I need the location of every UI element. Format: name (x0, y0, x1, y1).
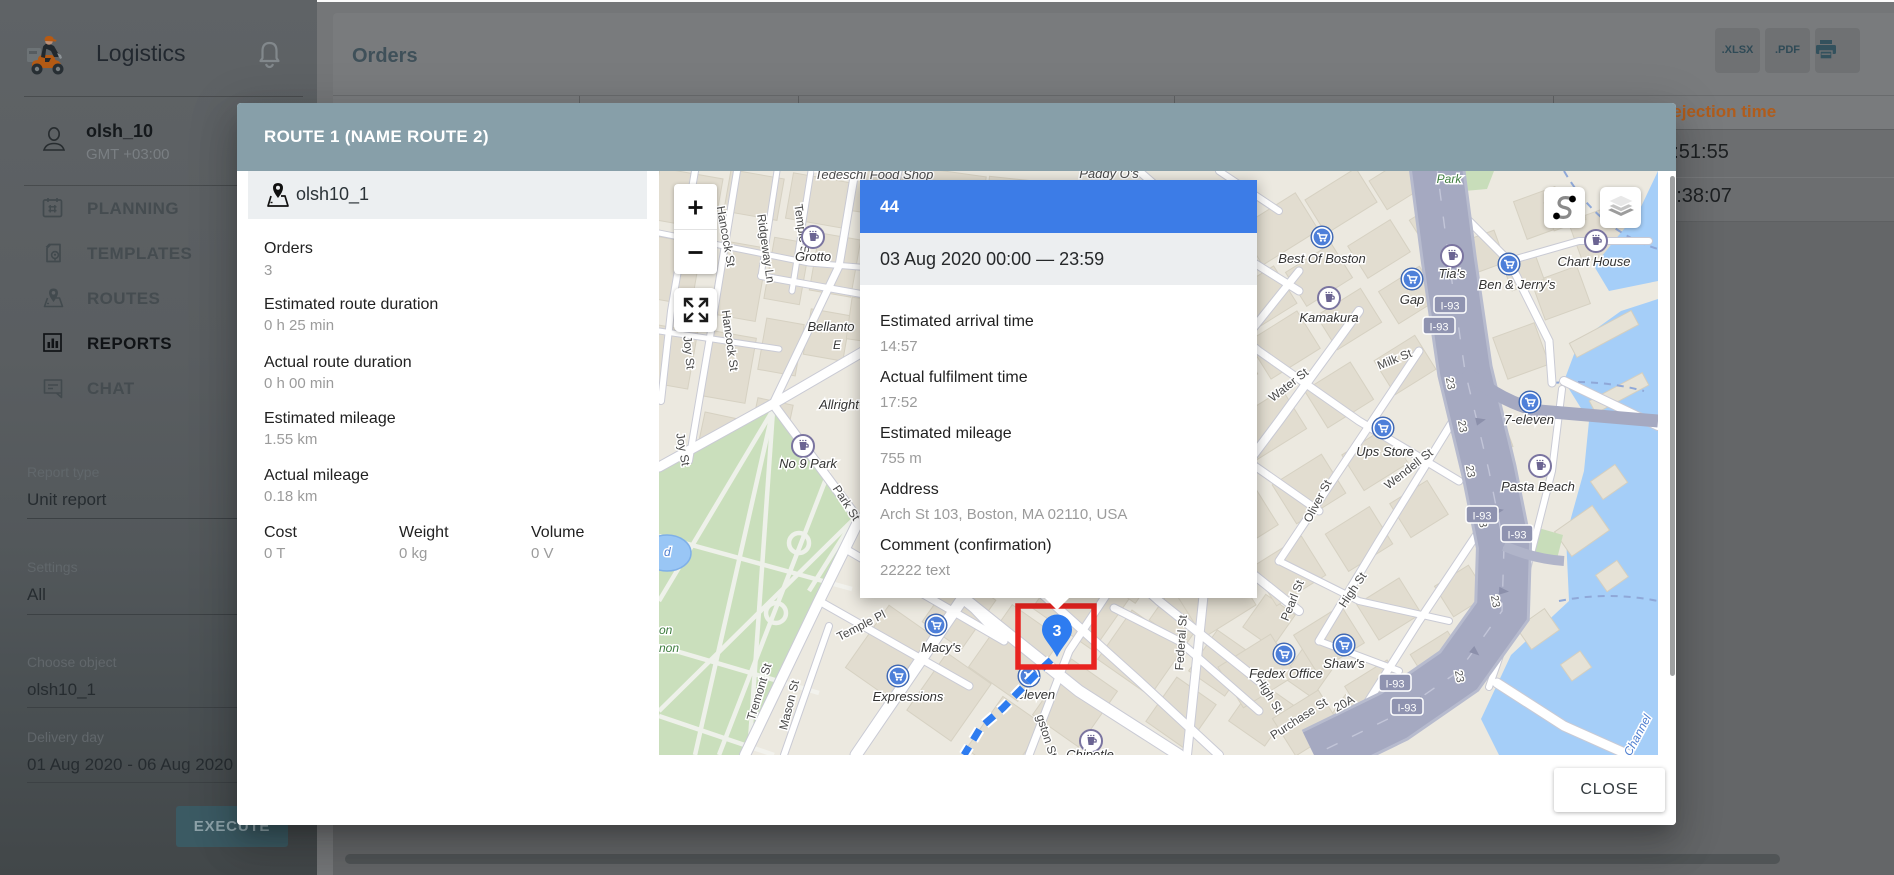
svg-text:Ups Store: Ups Store (1356, 444, 1414, 459)
svg-text:Grotto: Grotto (795, 249, 831, 264)
svg-text:I-93: I-93 (1386, 679, 1405, 691)
svg-text:Fedex Office: Fedex Office (1249, 666, 1323, 681)
svg-text:Pasta Beach: Pasta Beach (1501, 479, 1575, 494)
svg-text:Shaw's: Shaw's (1323, 656, 1365, 671)
svg-text:E: E (833, 338, 842, 352)
svg-text:d: d (664, 545, 671, 559)
svg-text:Kamakura: Kamakura (1299, 310, 1358, 325)
svg-text:Macy's: Macy's (921, 640, 962, 655)
svg-text:Chipotle: Chipotle (1066, 747, 1114, 755)
svg-text:Gap: Gap (1400, 292, 1425, 307)
svg-text:Park: Park (1437, 172, 1463, 186)
svg-text:23: 23 (1463, 464, 1477, 478)
svg-text:23: 23 (1455, 419, 1469, 433)
svg-text:No 9 Park: No 9 Park (779, 456, 838, 471)
svg-text:Chart House: Chart House (1558, 254, 1631, 269)
svg-text:on: on (659, 623, 673, 637)
svg-text:I-93: I-93 (1398, 703, 1417, 715)
svg-text:7-eleven: 7-eleven (1504, 412, 1554, 427)
svg-text:Bellanto: Bellanto (808, 319, 855, 334)
svg-text:Allright: Allright (818, 397, 860, 412)
svg-text:Expressions: Expressions (873, 689, 944, 704)
svg-text:Tia's: Tia's (1439, 266, 1466, 281)
svg-text:23: 23 (1443, 376, 1457, 390)
svg-text:non: non (659, 641, 679, 655)
svg-text:23: 23 (1488, 594, 1502, 608)
svg-text:Best Of Boston: Best Of Boston (1278, 251, 1365, 266)
svg-text:I-93: I-93 (1508, 530, 1527, 542)
svg-text:3: 3 (1053, 623, 1062, 640)
svg-text:I-93: I-93 (1473, 511, 1492, 523)
svg-text:23: 23 (1452, 669, 1466, 683)
svg-text:I-93: I-93 (1441, 301, 1460, 313)
svg-text:Ben & Jerry's: Ben & Jerry's (1479, 277, 1556, 292)
svg-text:I-93: I-93 (1430, 322, 1449, 334)
